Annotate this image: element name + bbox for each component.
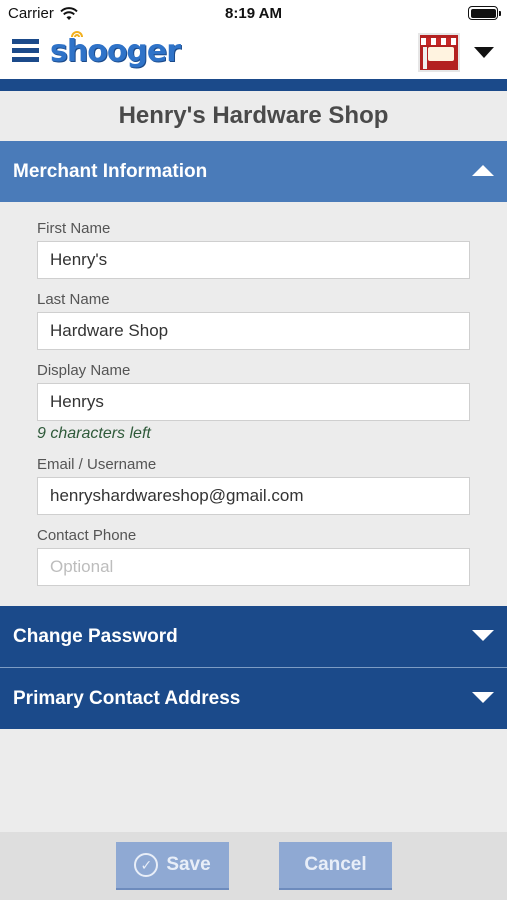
cancel-label: Cancel xyxy=(304,854,367,875)
merchant-form: First Name Last Name Display Name 9 char… xyxy=(0,202,507,606)
last-name-label: Last Name xyxy=(37,291,110,308)
header-divider xyxy=(0,79,507,91)
footer-bar: ✓ Save Cancel xyxy=(0,832,507,900)
app-header: shooger xyxy=(0,28,507,79)
page-title: Henry's Hardware Shop xyxy=(118,102,389,129)
display-name-field[interactable] xyxy=(37,383,470,421)
chevron-up-icon xyxy=(472,165,494,176)
email-label: Email / Username xyxy=(37,456,157,473)
save-button[interactable]: ✓ Save xyxy=(116,842,229,890)
check-circle-icon: ✓ xyxy=(134,853,159,877)
logo-text: shooger xyxy=(50,34,181,69)
display-name-label: Display Name xyxy=(37,362,131,379)
display-name-hint: 9 characters left xyxy=(37,425,151,442)
phone-label: Contact Phone xyxy=(37,527,137,544)
logo-signal-icon xyxy=(71,31,83,38)
cancel-button[interactable]: Cancel xyxy=(279,842,392,890)
section-merchant-information[interactable]: Merchant Information xyxy=(0,141,507,202)
battery-icon xyxy=(468,6,501,20)
section-label: Primary Contact Address xyxy=(13,687,241,709)
account-dropdown-icon[interactable] xyxy=(474,47,494,58)
shooger-logo: shooger xyxy=(50,34,181,70)
phone-field[interactable] xyxy=(37,548,470,586)
email-field[interactable] xyxy=(37,477,470,515)
hamburger-menu-icon[interactable] xyxy=(12,39,39,66)
chevron-down-icon xyxy=(472,630,494,641)
chevron-down-icon xyxy=(472,692,494,703)
merchant-avatar[interactable] xyxy=(418,33,460,72)
section-change-password[interactable]: Change Password xyxy=(0,606,507,667)
section-label: Merchant Information xyxy=(13,160,208,182)
status-bar: Carrier 8:19 AM xyxy=(0,0,507,28)
save-label: Save xyxy=(166,854,211,875)
first-name-field[interactable] xyxy=(37,241,470,279)
section-primary-contact-address[interactable]: Primary Contact Address xyxy=(0,668,507,729)
first-name-label: First Name xyxy=(37,220,111,237)
last-name-field[interactable] xyxy=(37,312,470,350)
status-time: 8:19 AM xyxy=(225,5,282,22)
section-label: Change Password xyxy=(13,625,178,647)
